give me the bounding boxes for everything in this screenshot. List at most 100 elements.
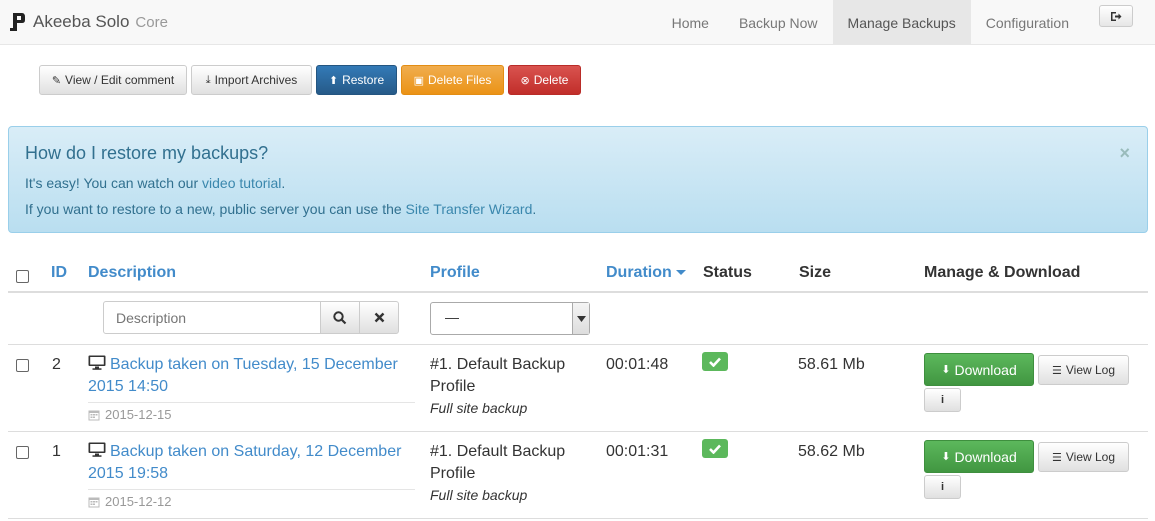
download-label: Download xyxy=(954,448,1017,465)
close-icon[interactable]: × xyxy=(1119,143,1130,164)
import-archives-label: Import Archives xyxy=(214,73,298,87)
calendar-icon xyxy=(88,497,100,507)
info-button[interactable]: i xyxy=(924,388,961,412)
alert-line2-text: If you want to restore to a new, public … xyxy=(25,201,406,217)
profile-filter-select[interactable]: — xyxy=(430,302,590,335)
header-duration[interactable]: Duration xyxy=(606,264,686,282)
search-button[interactable] xyxy=(320,301,360,334)
backup-date: 2015-12-15 xyxy=(88,402,415,422)
view-log-button[interactable]: ☰ View Log xyxy=(1038,355,1129,385)
nav-backup-now[interactable]: Backup Now xyxy=(724,0,833,45)
backup-description-text: Backup taken on Saturday, 12 December 20… xyxy=(88,443,402,482)
logout-button[interactable] xyxy=(1099,5,1133,27)
row-description: Backup taken on Tuesday, 15 December 201… xyxy=(88,354,415,422)
brand-edition: Core xyxy=(135,13,168,31)
alert-line-video: It's easy! You can watch our video tutor… xyxy=(25,174,1131,192)
nav-home[interactable]: Home xyxy=(657,0,724,45)
monitor-icon xyxy=(88,442,106,457)
profile-filter-value: — xyxy=(445,309,459,325)
alert-line2-suffix: . xyxy=(532,201,537,217)
chevron-down-icon xyxy=(572,303,589,334)
backup-description-link[interactable]: Backup taken on Saturday, 12 December 20… xyxy=(88,442,402,482)
remove-circle-icon: ⊗ xyxy=(520,74,530,87)
clear-filter-button[interactable] xyxy=(359,301,399,334)
alert-line-transfer: If you want to restore to a new, public … xyxy=(25,200,1131,218)
restore-button[interactable]: ⬆ Restore xyxy=(316,65,397,95)
backup-date-text: 2015-12-15 xyxy=(105,407,172,422)
main-nav: Home Backup Now Manage Backups Configura… xyxy=(657,0,1155,45)
header-status: Status xyxy=(703,264,752,281)
row-profile: #1. Default Backup Profile Full site bac… xyxy=(430,354,590,416)
header-profile[interactable]: Profile xyxy=(430,264,480,282)
select-all-checkbox[interactable] xyxy=(16,270,29,283)
delete-files-button[interactable]: ▣ Delete Files xyxy=(401,65,504,95)
backup-description-link[interactable]: Backup taken on Tuesday, 15 December 201… xyxy=(88,355,398,395)
brand-name: Akeeba Solo xyxy=(33,12,130,31)
view-edit-comment-button[interactable]: ✎ View / Edit comment xyxy=(39,65,187,95)
row-profile: #1. Default Backup Profile Full site bac… xyxy=(430,441,590,503)
nav-manage-backups[interactable]: Manage Backups xyxy=(832,0,971,45)
list-icon: ☰ xyxy=(1051,364,1062,377)
top-navbar: Akeeba Solo Core Home Backup Now Manage … xyxy=(0,0,1155,45)
alert-line1-text: It's easy! You can watch our xyxy=(25,175,203,191)
delete-files-icon: ▣ xyxy=(413,74,425,87)
checkmark-icon xyxy=(709,444,721,454)
download-icon: ⬇ xyxy=(941,364,951,376)
calendar-icon xyxy=(88,410,100,420)
import-icon: ⤓ xyxy=(205,73,211,86)
logout-icon xyxy=(1111,11,1122,21)
info-icon: i xyxy=(940,394,945,406)
download-button[interactable]: ⬇ Download xyxy=(924,353,1034,386)
header-id[interactable]: ID xyxy=(51,264,67,282)
upload-icon: ⬆ xyxy=(328,74,339,87)
table-row: 2 Backup taken on Tuesday, 15 December 2… xyxy=(8,345,1148,432)
view-log-button[interactable]: ☰ View Log xyxy=(1038,442,1129,472)
info-button[interactable]: i xyxy=(924,475,961,499)
row-duration: 00:01:31 xyxy=(606,443,669,460)
table-row: 1 Backup taken on Saturday, 12 December … xyxy=(8,432,1148,519)
header-manage-download: Manage & Download xyxy=(924,264,1081,281)
close-icon xyxy=(374,312,384,323)
row-size: 58.61 Mb xyxy=(798,356,865,373)
header-description[interactable]: Description xyxy=(88,264,176,282)
info-icon: i xyxy=(940,481,945,493)
row-size: 58.62 Mb xyxy=(798,443,865,460)
header-size: Size xyxy=(799,264,832,281)
akeeba-logo-icon xyxy=(10,11,26,33)
download-label: Download xyxy=(954,361,1017,378)
view-edit-comment-label: View / Edit comment xyxy=(65,73,175,87)
download-icon: ⬇ xyxy=(941,451,951,463)
search-icon xyxy=(333,310,347,324)
restore-label: Restore xyxy=(342,73,385,87)
brand[interactable]: Akeeba Solo Core xyxy=(10,10,168,34)
profile-type: Full site backup xyxy=(430,400,528,416)
backup-date: 2015-12-12 xyxy=(88,489,415,509)
alert-line1-suffix: . xyxy=(281,175,286,191)
profile-name: #1. Default Backup Profile xyxy=(430,443,566,482)
row-id: 2 xyxy=(52,356,61,373)
row-checkbox[interactable] xyxy=(16,359,29,372)
nav-configuration[interactable]: Configuration xyxy=(971,0,1084,45)
checkmark-icon xyxy=(709,357,721,367)
view-log-label: View Log xyxy=(1065,450,1116,464)
status-complete-badge xyxy=(702,439,728,458)
profile-name: #1. Default Backup Profile xyxy=(430,356,566,395)
filter-row: — xyxy=(8,293,1148,345)
import-archives-button[interactable]: ⤓ Import Archives xyxy=(191,65,312,95)
video-tutorial-link[interactable]: video tutorial xyxy=(202,175,281,191)
restore-help-alert: How do I restore my backups? It's easy! … xyxy=(8,126,1148,233)
site-transfer-wizard-link[interactable]: Site Transfer Wizard xyxy=(406,201,533,217)
description-search-input[interactable] xyxy=(103,301,321,334)
status-complete-badge xyxy=(702,352,728,371)
backups-table: ID Description Profile Duration Status S… xyxy=(8,256,1148,519)
backup-date-text: 2015-12-12 xyxy=(105,494,172,509)
download-button[interactable]: ⬇ Download xyxy=(924,440,1034,473)
view-log-label: View Log xyxy=(1065,363,1116,377)
action-toolbar: ✎ View / Edit comment ⤓ Import Archives … xyxy=(39,65,581,95)
row-id: 1 xyxy=(52,443,61,460)
list-icon: ☰ xyxy=(1051,451,1062,464)
header-duration-label: Duration xyxy=(606,264,672,281)
row-checkbox[interactable] xyxy=(16,446,29,459)
row-description: Backup taken on Saturday, 12 December 20… xyxy=(88,441,415,509)
delete-button[interactable]: ⊗ Delete xyxy=(508,65,581,95)
